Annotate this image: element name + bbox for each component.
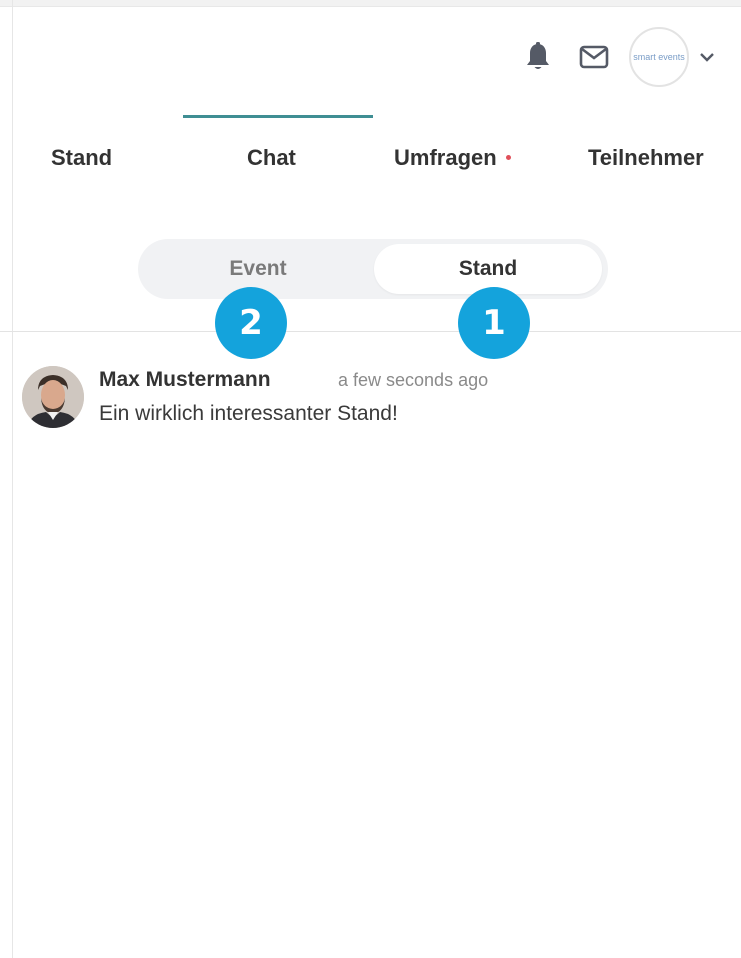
chat-panel: smart events Stand Chat Umfragen Teilneh… xyxy=(0,0,741,958)
message-text: Ein wirklich interessanter Stand! xyxy=(99,402,398,425)
user-avatar[interactable] xyxy=(22,366,84,428)
header-toolbar: smart events xyxy=(521,26,719,88)
envelope-icon[interactable] xyxy=(577,40,611,74)
tab-umfragen-label: Umfragen xyxy=(394,145,497,170)
callout-badge-2: 2 xyxy=(215,287,287,359)
chat-message: Max Mustermann a few seconds ago Ein wir… xyxy=(22,364,722,434)
tab-umfragen[interactable]: Umfragen xyxy=(394,145,511,171)
active-tab-indicator xyxy=(183,115,373,118)
profile-avatar[interactable]: smart events xyxy=(629,27,689,87)
top-border xyxy=(0,0,741,7)
tab-stand[interactable]: Stand xyxy=(51,145,112,171)
profile-logo: smart events xyxy=(633,51,685,62)
tab-bar: Stand Chat Umfragen Teilnehmer xyxy=(0,115,741,205)
notification-dot xyxy=(505,154,511,160)
tab-chat[interactable]: Chat xyxy=(247,145,296,171)
message-timestamp: a few seconds ago xyxy=(338,370,489,390)
message-author: Max Mustermann xyxy=(99,368,271,391)
scope-event-option[interactable]: Event xyxy=(144,244,372,294)
bell-icon[interactable] xyxy=(521,40,555,74)
chat-scope-toggle: Event Stand xyxy=(138,239,608,299)
callout-badge-1: 1 xyxy=(458,287,530,359)
divider xyxy=(0,331,741,332)
tab-teilnehmer[interactable]: Teilnehmer xyxy=(588,145,704,171)
chevron-down-icon[interactable] xyxy=(695,45,719,69)
